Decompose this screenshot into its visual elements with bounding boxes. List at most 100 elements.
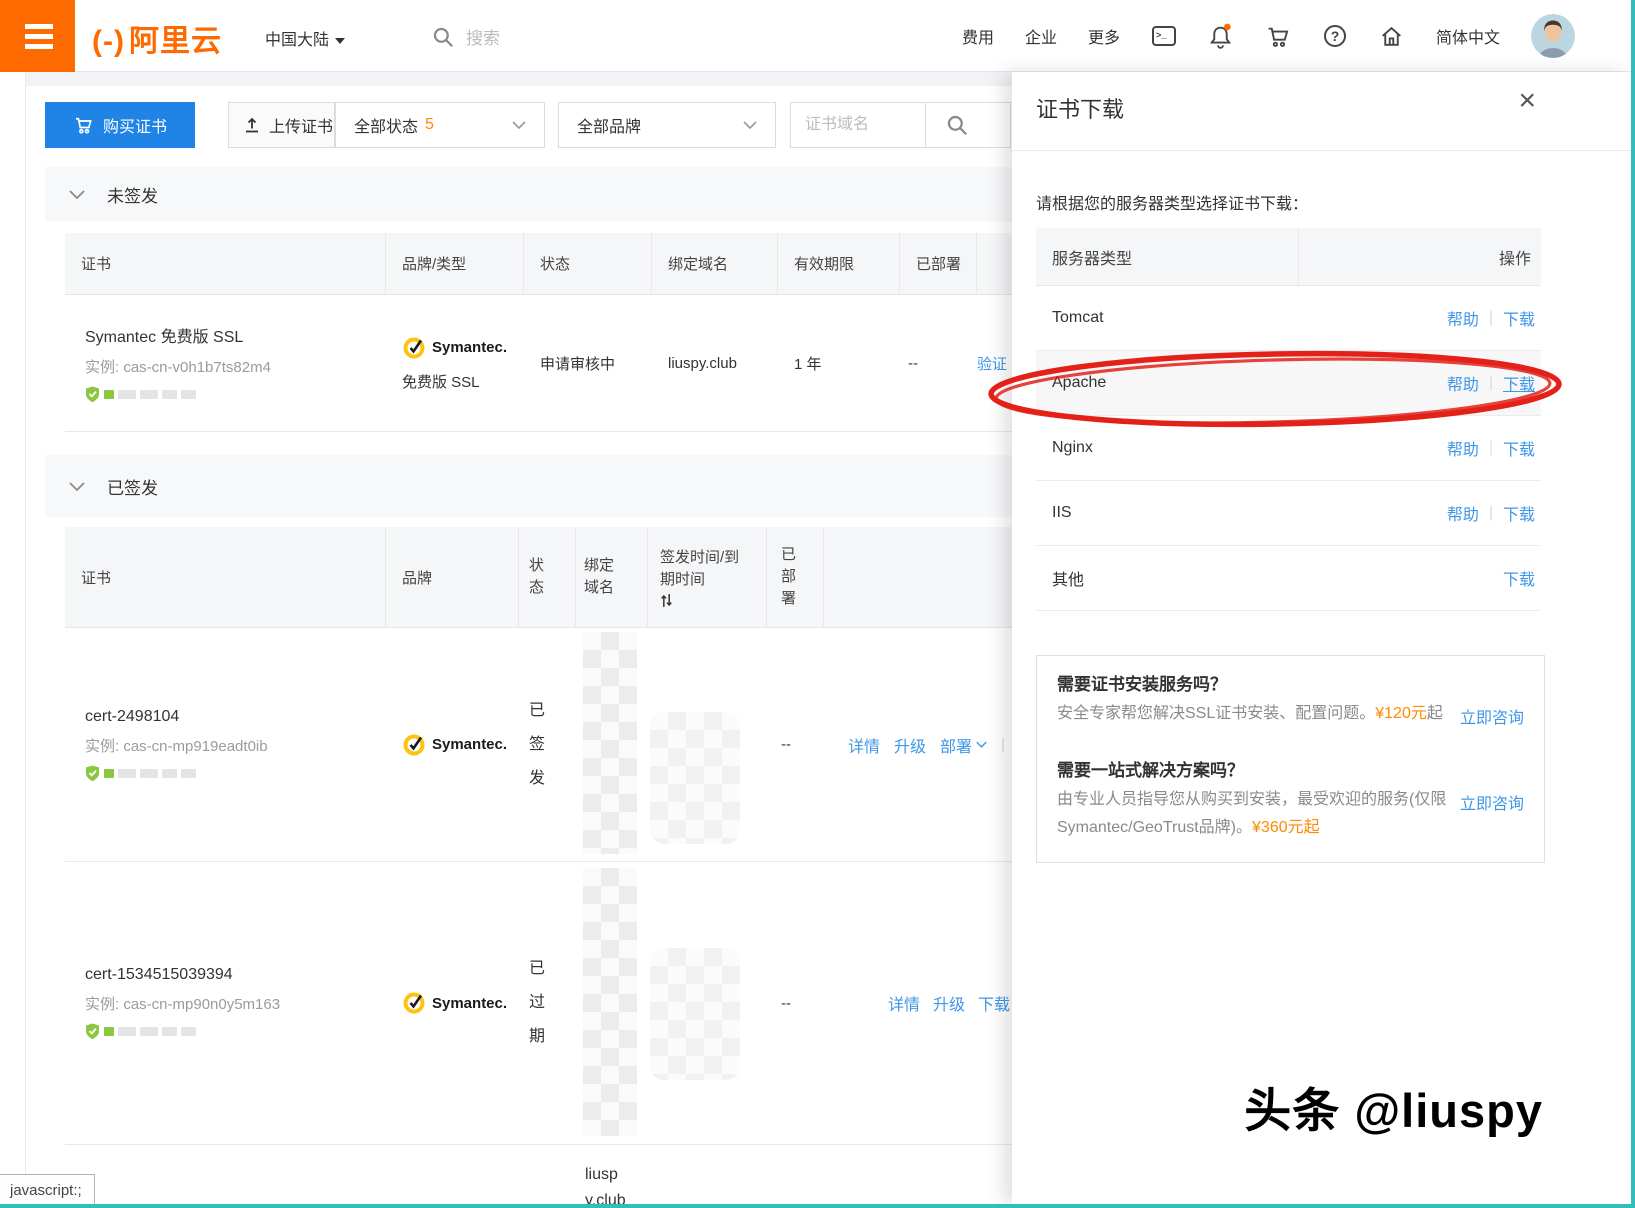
cert-status: 申请审核中 [524, 295, 652, 431]
detail-link[interactable]: 详情 [888, 991, 920, 1015]
aliyun-logo[interactable]: (-)阿里云 [92, 16, 222, 60]
col-status: 状态 [519, 527, 576, 627]
domain-search-input[interactable] [790, 102, 926, 148]
cart-icon [73, 115, 93, 135]
close-icon[interactable]: × [1518, 86, 1536, 116]
symantec-logo: Symantec. [402, 335, 507, 361]
chevron-down-icon [69, 190, 85, 199]
col-cert: 证书 [65, 233, 386, 294]
nav-fee[interactable]: 费用 [962, 24, 994, 48]
link-status-tooltip: javascript:; [0, 1174, 95, 1206]
screenshot-frame-bottom [0, 1204, 1635, 1208]
download-link[interactable]: 下载 [1503, 436, 1535, 460]
download-link[interactable]: 下载 [978, 991, 1010, 1015]
page: (-)阿里云 中国大陆 搜索 费用 企业 更多 >_ ? 简体中文 [0, 0, 1635, 1208]
shield-icon [85, 1023, 100, 1040]
status-filter-count: 5 [425, 116, 434, 134]
symantec-check-icon [402, 732, 428, 758]
aliyun-logo-mark: (-) [92, 25, 125, 58]
chevron-down-icon [512, 121, 526, 129]
cert-instance: 实例: cas-cn-mp919eadt0ib [85, 735, 268, 756]
upgrade-link[interactable]: 升级 [894, 733, 926, 757]
symantec-check-icon [402, 990, 428, 1016]
download-link[interactable]: 下载 [1503, 371, 1535, 395]
region-selector[interactable]: 中国大陆 [265, 26, 345, 50]
status-filter-dropdown[interactable]: 全部状态 5 [335, 102, 545, 148]
verify-link[interactable]: 验证 [977, 353, 1007, 374]
top-navbar: (-)阿里云 中国大陆 搜索 费用 企业 更多 >_ ? 简体中文 [0, 0, 1635, 72]
consult-link[interactable]: 立即咨询 [1460, 704, 1524, 728]
content-left-divider [25, 72, 26, 1208]
upload-cert-button[interactable]: 上传证书 [228, 102, 335, 148]
help-icon[interactable]: ? [1322, 23, 1348, 49]
watermark: 头条 @liuspy [1244, 1072, 1543, 1141]
global-search[interactable]: 搜索 [432, 24, 500, 49]
chevron-down-icon [976, 741, 987, 748]
terminal-icon[interactable]: >_ [1151, 23, 1177, 49]
avatar[interactable] [1531, 14, 1575, 58]
server-type-table: 服务器类型 操作 Tomcat 帮助|下载 Apache 帮助|下载 Nginx… [1036, 228, 1541, 611]
search-icon [432, 26, 454, 48]
download-link[interactable]: 下载 [1503, 501, 1535, 525]
search-icon [946, 114, 968, 136]
col-brand-type: 品牌/类型 [386, 233, 524, 294]
nav-enterprise[interactable]: 企业 [1025, 24, 1057, 48]
upgrade-link[interactable]: 升级 [933, 991, 965, 1015]
col-status: 状态 [524, 233, 652, 294]
help-link[interactable]: 帮助 [1447, 436, 1479, 460]
sort-icon[interactable] [660, 593, 673, 608]
promo-desc: 由专业人员指导您从购买到安装，最受欢迎的服务(仅限Symantec/GeoTru… [1057, 786, 1455, 842]
deploy-link[interactable]: 部署 [940, 733, 987, 757]
cert-download-panel: 证书下载 × 请根据您的服务器类型选择证书下载： 服务器类型 操作 Tomcat… [1012, 72, 1631, 1204]
home-icon[interactable] [1379, 23, 1405, 49]
cert-domain: liuspy.club [652, 295, 778, 431]
col-server-type: 服务器类型 [1036, 228, 1299, 285]
censored-domain-block [583, 868, 637, 1136]
help-link[interactable]: 帮助 [1447, 371, 1479, 395]
help-link[interactable]: 帮助 [1447, 501, 1479, 525]
col-action: 操作 [1299, 245, 1541, 269]
symantec-logo: Symantec. [402, 732, 507, 758]
buy-cert-button[interactable]: 购买证书 [45, 102, 195, 148]
hamburger-menu-icon[interactable] [0, 0, 75, 72]
trust-progress [85, 1023, 196, 1040]
cert-status: 已签发 [519, 628, 576, 861]
cert-instance: 实例: cas-cn-v0h1b7ts82m4 [85, 356, 271, 377]
chevron-down-icon [69, 482, 85, 491]
cart-icon[interactable] [1265, 23, 1291, 49]
download-link[interactable]: 下载 [1503, 566, 1535, 590]
cert-name: cert-2498104 [85, 708, 179, 726]
notification-bell-icon[interactable] [1208, 23, 1234, 49]
promo-title: 需要一站式解决方案吗？ [1057, 758, 1432, 784]
server-row-nginx: Nginx 帮助|下载 [1036, 416, 1541, 481]
detail-link[interactable]: 详情 [848, 733, 880, 757]
trust-progress [85, 386, 196, 403]
promo-desc: 安全专家帮您解决SSL证书安装、配置问题。¥120元起 [1057, 700, 1455, 728]
cert-deployed: -- [900, 295, 977, 431]
section-title: 未签发 [107, 182, 158, 207]
brand-filter-dropdown[interactable]: 全部品牌 [558, 102, 776, 148]
server-row-iis: IIS 帮助|下载 [1036, 481, 1541, 546]
cert-status: 已过期 [519, 862, 576, 1144]
col-validity: 有效期限 [778, 233, 900, 294]
col-domain: 绑定域名 [652, 233, 778, 294]
help-link[interactable]: 帮助 [1447, 306, 1479, 330]
col-issue-expire-time[interactable]: 签发时间/到期时间 [648, 527, 767, 627]
col-deployed: 已部署 [900, 233, 977, 294]
language-selector[interactable]: 简体中文 [1436, 24, 1500, 48]
symantec-check-icon [402, 335, 428, 361]
cert-domain-wrapped: liuspy.club [585, 1162, 629, 1208]
search-placeholder: 搜索 [466, 24, 500, 49]
censored-domain-block [583, 632, 637, 854]
nav-more[interactable]: 更多 [1088, 24, 1120, 48]
trust-progress [85, 765, 196, 782]
download-link[interactable]: 下载 [1503, 306, 1535, 330]
shield-icon [85, 765, 100, 782]
cert-deployed: -- [767, 862, 824, 1144]
cert-name: Symantec 免费版 SSL [85, 323, 243, 347]
price: ¥120元 [1375, 705, 1427, 722]
consult-link[interactable]: 立即咨询 [1460, 790, 1524, 814]
promo-title: 需要证书安装服务吗？ [1057, 672, 1432, 698]
search-button[interactable] [925, 102, 1011, 148]
navbar-right: 费用 企业 更多 >_ ? 简体中文 [962, 0, 1575, 72]
